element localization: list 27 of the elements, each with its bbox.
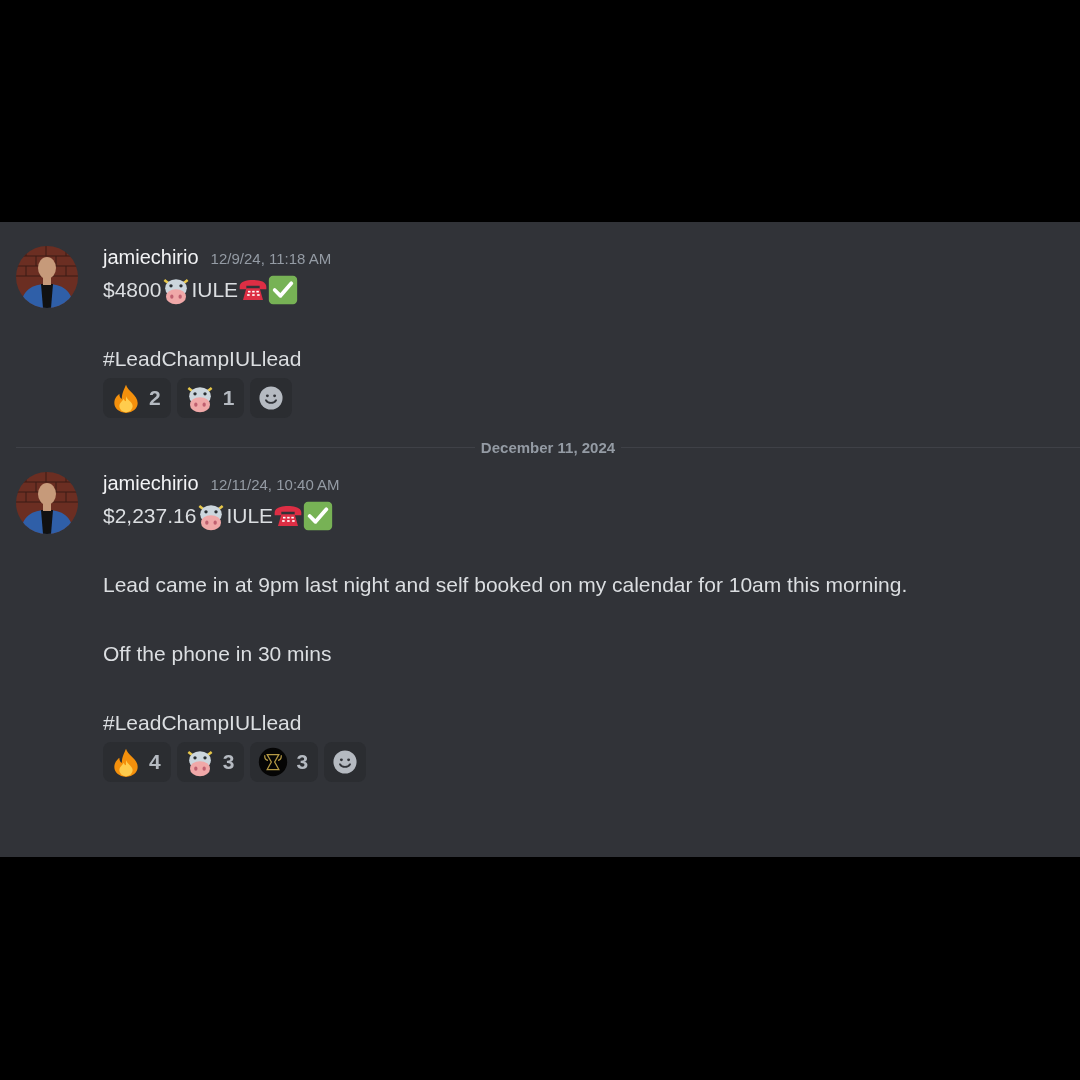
message-text: $4800 [103, 277, 162, 303]
date-divider: December 11, 2024 [479, 438, 617, 456]
username[interactable]: jamiechirio [103, 246, 199, 269]
reaction[interactable]: 3 [176, 742, 245, 782]
fire-icon [111, 383, 141, 413]
message-text: IULE [191, 277, 239, 303]
reaction[interactable]: 2 [103, 378, 171, 418]
message-text: Lead came in at 9pm last night and self booked on my calendar for 10am this morning. [103, 572, 908, 598]
username[interactable]: jamiechirio [103, 472, 199, 495]
reaction[interactable]: 4 [103, 742, 171, 782]
timestamp: 12/11/24, 10:40 AM [210, 476, 340, 493]
check-icon [268, 275, 299, 305]
message-text: $2,237.16 [103, 503, 197, 529]
fire-icon [111, 747, 141, 777]
timestamp: 12/9/24, 11:18 AM [210, 250, 332, 267]
add-reaction-icon [332, 749, 359, 775]
check-icon [303, 501, 334, 531]
add-reaction-button[interactable] [324, 742, 367, 782]
add-reaction-icon [258, 385, 285, 411]
trophy-icon [258, 747, 289, 777]
reaction[interactable]: 1 [176, 378, 245, 418]
message-text: Off the phone in 30 mins [103, 641, 332, 667]
reaction[interactable]: 3 [250, 742, 319, 782]
message-text: #LeadChampIULlead [103, 710, 302, 736]
message-text: #LeadChampIULlead [103, 346, 302, 372]
add-reaction-button[interactable] [250, 378, 293, 418]
message-text: IULE [226, 503, 274, 529]
